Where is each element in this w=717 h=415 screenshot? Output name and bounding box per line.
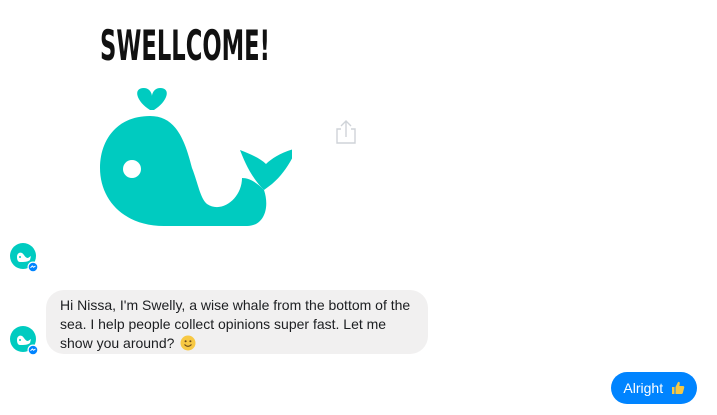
incoming-message-bubble: Hi Nissa, I'm Swelly, a wise whale from … bbox=[46, 290, 428, 354]
share-icon bbox=[336, 120, 356, 144]
welcome-card: SWELLCOME! bbox=[92, 8, 292, 233]
welcome-title: SWELLCOME! bbox=[100, 21, 270, 70]
whale-icon bbox=[100, 88, 292, 226]
bot-avatar[interactable] bbox=[9, 242, 39, 273]
share-button[interactable] bbox=[334, 118, 358, 146]
outgoing-message-text: Alright bbox=[623, 380, 664, 396]
messenger-badge-icon bbox=[27, 344, 39, 356]
thumbs-up-icon bbox=[670, 374, 685, 394]
messenger-badge-icon bbox=[27, 261, 39, 273]
bot-avatar[interactable] bbox=[9, 325, 39, 356]
smile-emoji-icon bbox=[180, 335, 196, 351]
outgoing-message-bubble[interactable]: Alright bbox=[611, 372, 697, 404]
incoming-message-text: Hi Nissa, I'm Swelly, a wise whale from … bbox=[60, 297, 411, 351]
